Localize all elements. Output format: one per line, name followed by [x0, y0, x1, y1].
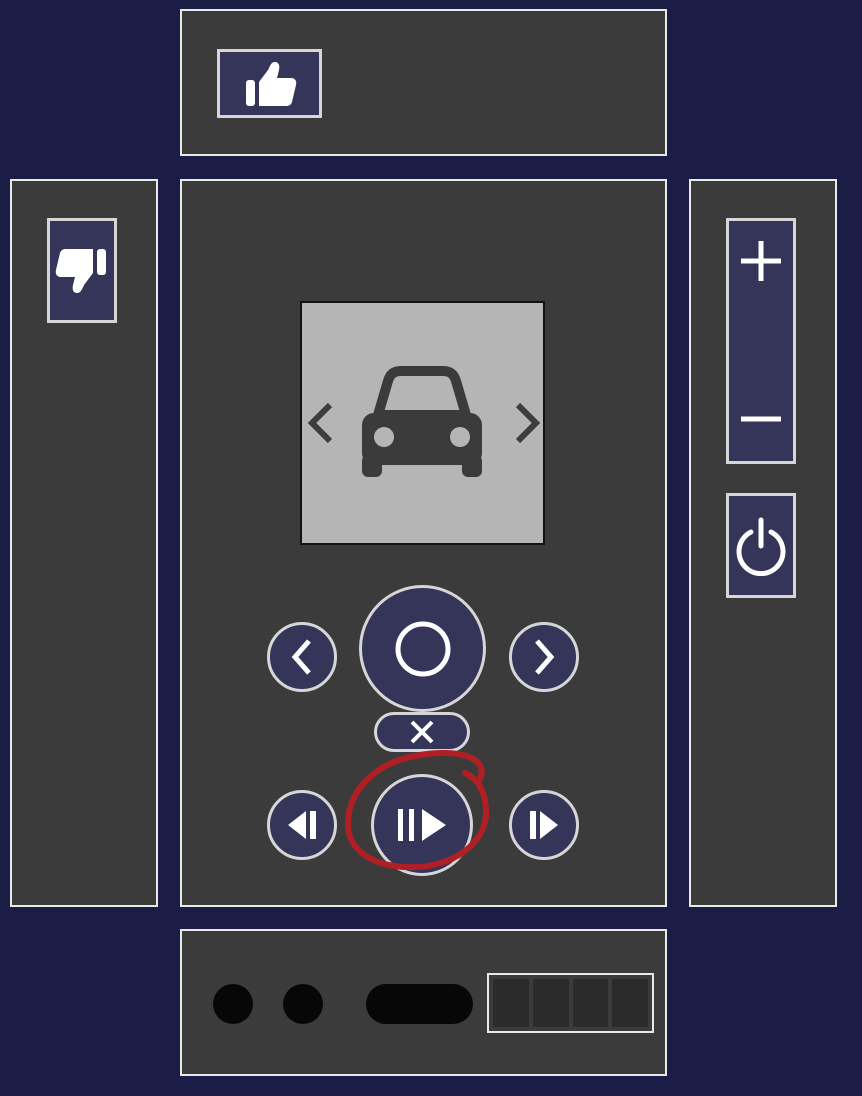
right-panel — [689, 179, 837, 907]
keypad-strip — [487, 973, 654, 1033]
chevron-right-icon[interactable] — [512, 401, 544, 445]
power-icon — [736, 517, 786, 576]
highlight-circle — [344, 749, 490, 871]
chevron-right-icon — [535, 639, 555, 675]
center-panel — [180, 179, 667, 907]
nav-left-button[interactable] — [267, 622, 337, 692]
keypad-cell[interactable] — [532, 979, 569, 1027]
thumbs-down-icon — [55, 248, 106, 293]
chevron-left-icon — [291, 639, 311, 675]
thumbs-up-icon — [245, 61, 296, 106]
plus-icon — [741, 241, 781, 281]
keypad-cell[interactable] — [612, 979, 648, 1027]
minus-icon — [741, 416, 781, 422]
skip-back-button[interactable] — [267, 790, 337, 860]
circle-icon — [395, 621, 450, 676]
indicator-light — [213, 984, 253, 1024]
volume-down-button[interactable] — [729, 341, 793, 461]
skip-forward-icon — [530, 811, 558, 839]
volume-rocker — [726, 218, 796, 464]
skip-back-icon — [288, 811, 316, 839]
chevron-left-icon[interactable] — [304, 401, 336, 445]
left-panel — [10, 179, 158, 907]
bottom-panel — [180, 929, 667, 1076]
power-button[interactable] — [726, 493, 796, 598]
volume-up-button[interactable] — [729, 221, 793, 341]
indicator-light — [283, 984, 323, 1024]
thumbs-down-button[interactable] — [47, 218, 117, 323]
display-screen — [300, 301, 545, 545]
keypad-cell[interactable] — [572, 979, 609, 1027]
car-icon — [362, 366, 482, 477]
top-panel — [180, 9, 667, 156]
skip-forward-button[interactable] — [509, 790, 579, 860]
nav-right-button[interactable] — [509, 622, 579, 692]
ir-sensor — [366, 984, 473, 1024]
thumbs-up-button[interactable] — [217, 49, 322, 118]
keypad-cell[interactable] — [493, 979, 529, 1027]
ok-button[interactable] — [359, 585, 486, 712]
